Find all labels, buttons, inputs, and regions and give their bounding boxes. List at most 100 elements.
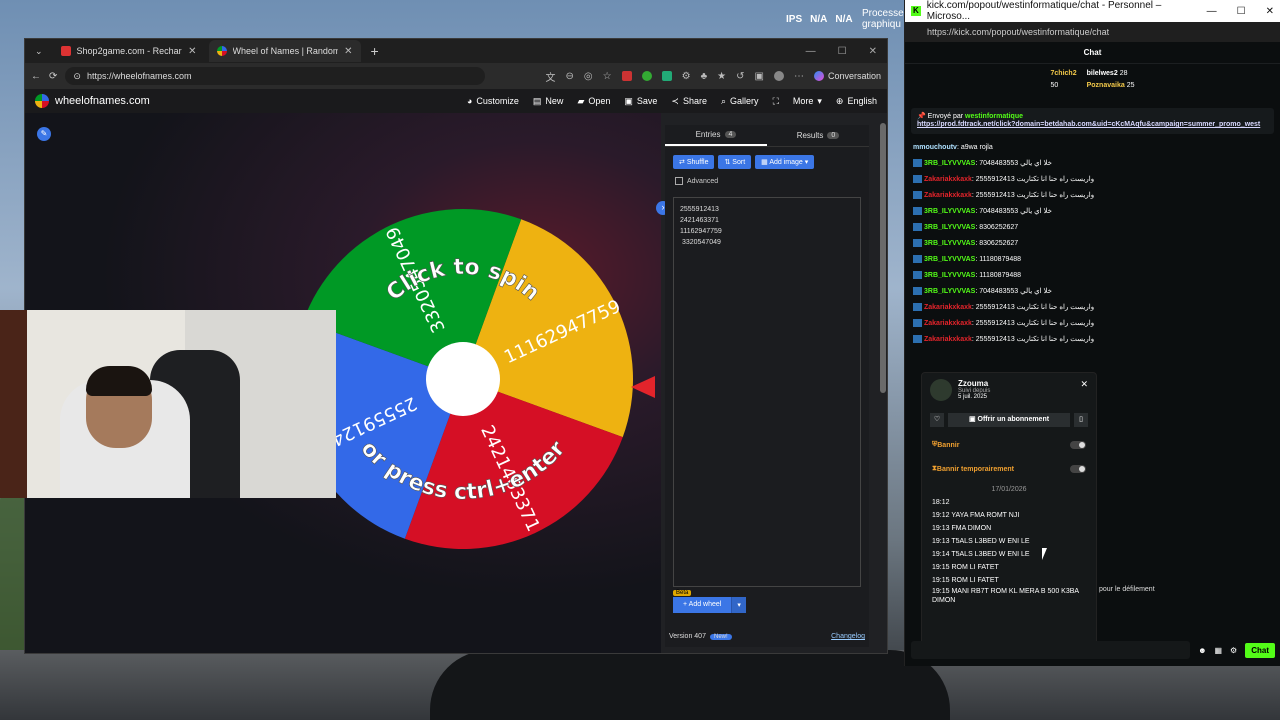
wheel[interactable]: 11162947759 2421463371 2555912413 332054704… [283, 199, 643, 559]
chat-username[interactable]: mmouchoutv [913, 144, 957, 151]
gift-sub-button[interactable]: ▣ Offrir un abonnement [948, 413, 1070, 427]
menu-customize[interactable]: ◕ Customize [467, 96, 519, 107]
favorite-star-icon[interactable]: ☆ [603, 71, 612, 82]
entries-textarea[interactable]: 2555912413 2421463371 11162947759 332054… [673, 197, 861, 587]
menu-language[interactable]: ⊕ English [836, 96, 877, 107]
menu-new[interactable]: ▤ New [533, 96, 564, 107]
shuffle-button[interactable]: ⇄ Shuffle [673, 155, 715, 169]
gift-icon[interactable]: ▦ [1214, 646, 1222, 655]
close-tab-icon[interactable]: ✕ [188, 46, 196, 57]
collections-icon[interactable]: ▣ [755, 71, 764, 82]
chat-username[interactable]: 3RB_ILYVVVAS [924, 224, 975, 231]
menu-share[interactable]: ≺ Share [671, 96, 707, 107]
changelog-link[interactable]: Changelog [831, 633, 865, 640]
advanced-checkbox[interactable] [675, 177, 683, 185]
menu-open[interactable]: ▰ Open [577, 96, 610, 107]
extension-leaf-icon[interactable]: ♣ [701, 71, 708, 82]
add-wheel-button[interactable]: + Add wheel [673, 597, 732, 613]
add-wheel-dropdown-icon[interactable]: ▾ [731, 597, 746, 613]
tab-shop2game[interactable]: Shop2game.com - Recharge offici ✕ [53, 40, 205, 62]
menu-save[interactable]: ▣ Save [624, 96, 657, 107]
gift-icon: ▣ [968, 416, 978, 423]
chat-username[interactable]: 3RB_ILYVVVAS [924, 256, 975, 263]
maximize-icon[interactable]: ☐ [838, 46, 847, 57]
edit-pen-icon[interactable]: ✎ [37, 127, 51, 141]
timeout-row[interactable]: ⧗ Bannir temporairement [922, 457, 1096, 481]
add-image-button[interactable]: ▦ Add image ▾ [755, 155, 815, 169]
trash-icon[interactable]: ▯ [1074, 413, 1088, 427]
profile-avatar[interactable] [773, 71, 784, 81]
wheel-center[interactable] [426, 342, 500, 416]
tab-actions-icon[interactable]: ⌄ [29, 46, 49, 57]
minimize-icon[interactable]: — [806, 46, 816, 57]
ban-row[interactable]: ⛨ Bannir [922, 433, 1096, 457]
chat-message: 3RB_ILYVVVAS: 11180879488 [913, 252, 1272, 268]
copilot-conversation-button[interactable]: Conversation [813, 71, 881, 81]
refresh-icon[interactable]: ⟳ [49, 71, 57, 82]
top-gifters: 7chich2 50 bilelwes2 28 Poznavaika 25 [905, 64, 1280, 104]
translate-icon[interactable]: 文 [546, 69, 556, 84]
settings-gear-icon[interactable]: ⚙ [1230, 646, 1237, 655]
reader-icon[interactable]: ◎ [584, 71, 593, 82]
close-window-icon[interactable]: ✕ [1266, 6, 1274, 17]
chat-username[interactable]: 3RB_ILYVVVAS [924, 208, 975, 215]
menu-gallery[interactable]: ⌕ Gallery [721, 96, 759, 107]
sort-button[interactable]: ⇅ Sort [718, 155, 752, 169]
chat-message: 3RB_ILYVVVAS: 8306252627 [913, 220, 1272, 236]
chat-username[interactable]: Zakariakxkaxk [924, 304, 972, 311]
close-tab-icon[interactable]: ✕ [344, 46, 352, 57]
send-chat-button[interactable]: Chat [1245, 642, 1275, 658]
back-icon[interactable]: ← [31, 71, 41, 82]
tab-wheelofnames[interactable]: Wheel of Names | Random name p ✕ [208, 40, 361, 62]
tab-results[interactable]: Results 0 [767, 125, 869, 146]
version-text: Version 407 [669, 633, 706, 640]
extension-sheet-icon[interactable] [661, 71, 672, 81]
minimize-icon[interactable]: — [1207, 6, 1217, 17]
follow-heart-icon[interactable]: ♡ [930, 413, 944, 427]
pinned-user[interactable]: westinformatique [965, 113, 1023, 120]
chat-username[interactable]: Zakariakxkaxk [924, 320, 972, 327]
gifter-value: 25 [1126, 82, 1135, 89]
wheel-svg[interactable]: 1116294775924214633712555912413332054704… [283, 199, 643, 559]
new-tab-icon[interactable]: + [365, 43, 385, 59]
advanced-toggle[interactable]: Advanced [665, 173, 869, 189]
page-scrollbar[interactable] [879, 113, 887, 653]
top-gifter-others[interactable]: bilelwes2 28 Poznavaika 25 [1087, 70, 1135, 104]
menu-more[interactable]: More ▾ [793, 96, 822, 107]
kick-url-bar[interactable]: https://kick.com/popout/westinformatique… [905, 22, 1280, 42]
favorites-icon[interactable]: ★ [717, 71, 726, 82]
more-options-icon[interactable]: ⋯ [794, 71, 804, 82]
tab-entries[interactable]: Entries 4 [665, 125, 767, 146]
scrollbar-thumb[interactable] [880, 123, 886, 393]
zoom-icon[interactable]: ⊖ [566, 71, 574, 82]
chat-username[interactable]: 3RB_ILYVVVAS [924, 272, 975, 279]
url-input[interactable]: ⊙ https://wheelofnames.com [65, 67, 486, 85]
extension-red-icon[interactable] [621, 71, 632, 81]
chat-input[interactable] [911, 641, 1191, 659]
chat-username[interactable]: Zakariakxkaxk [924, 176, 972, 183]
close-icon[interactable]: ✕ [1080, 379, 1088, 401]
fullscreen-icon[interactable]: ⛶ [773, 96, 779, 107]
emoji-icon[interactable]: ☻ [1198, 646, 1206, 655]
maximize-icon[interactable]: ☐ [1237, 6, 1246, 17]
ban-toggle[interactable] [1070, 441, 1086, 449]
top-gifter-first[interactable]: 7chich2 50 [1051, 70, 1077, 104]
shop2game-favicon-icon [60, 46, 71, 56]
site-logo[interactable]: wheelofnames.com [35, 94, 150, 108]
menu-label: Gallery [730, 96, 759, 106]
chat-username[interactable]: 3RB_ILYVVVAS [924, 160, 975, 167]
site-info-icon[interactable]: ⊙ [73, 71, 81, 82]
extension-puzzle-icon[interactable]: ⚙ [682, 71, 691, 82]
extension-green-icon[interactable] [641, 71, 652, 81]
logo-text: wheelofnames.com [55, 95, 150, 107]
chat-username[interactable]: 3RB_ILYVVVAS [924, 240, 975, 247]
chat-username[interactable]: Zakariakxkaxk [924, 336, 972, 343]
badge-icon [913, 319, 922, 328]
entry-line: 2555912413 [680, 206, 719, 213]
chat-username[interactable]: Zakariakxkaxk [924, 192, 972, 199]
close-window-icon[interactable]: ✕ [869, 46, 877, 57]
pinned-link[interactable]: https://prod.fdtrack.net/click?domain=be… [917, 120, 1268, 130]
timeout-toggle[interactable] [1070, 465, 1086, 473]
history-icon[interactable]: ↺ [736, 71, 744, 82]
chat-username[interactable]: 3RB_ILYVVVAS [924, 288, 975, 295]
